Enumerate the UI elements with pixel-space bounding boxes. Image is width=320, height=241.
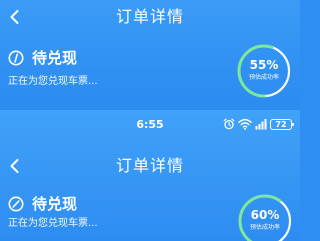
pending-icon <box>8 196 24 212</box>
wifi-icon <box>238 118 252 130</box>
success-rate-label: 预估成功率 <box>248 74 279 81</box>
order-detail-screen-bottom: 6:55 72 订单详情 待兑现 正在为您兑现车票... 60% 预估成功率 <box>0 110 300 241</box>
battery-level: 72 <box>275 119 287 129</box>
header: 订单详情 <box>0 152 300 180</box>
order-detail-screen-top: 订单详情 待兑现 正在为您兑现车票... 55% 预估成功率 <box>0 0 300 110</box>
alarm-icon <box>223 118 235 130</box>
success-rate-ring: 55% 预估成功率 <box>236 43 292 99</box>
system-icons: 72 <box>223 117 294 131</box>
battery-icon: 72 <box>270 118 294 130</box>
success-rate-value: 55% <box>249 58 279 72</box>
signal-icon <box>255 119 267 130</box>
status-description: 正在为您兑现车票... <box>8 76 98 87</box>
status-title: 待兑现 <box>32 195 78 213</box>
header: 订单详情 <box>0 3 300 31</box>
page-title: 订单详情 <box>115 156 184 175</box>
status-bar: 6:55 72 <box>0 110 300 134</box>
success-rate-label: 预估成功率 <box>249 224 280 231</box>
status-title: 待兑现 <box>32 49 78 67</box>
status-description: 正在为您兑现车票... <box>8 218 98 229</box>
success-rate-ring: 60% 预估成功率 <box>237 193 293 241</box>
pending-icon <box>8 50 24 66</box>
success-rate-value: 60% <box>250 208 280 222</box>
page-title: 订单详情 <box>115 7 184 26</box>
